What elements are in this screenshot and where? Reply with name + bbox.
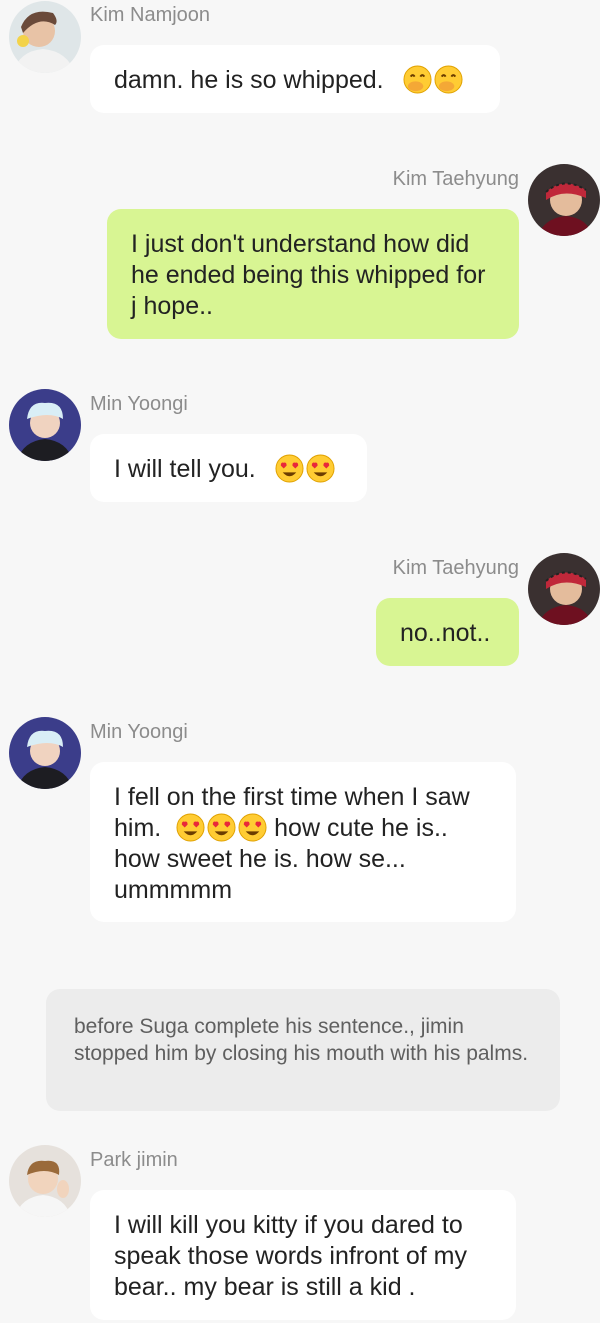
narration-bubble: before Suga complete his sentence., jimi… bbox=[46, 989, 560, 1111]
heart-eyes-emoji-icon bbox=[275, 454, 304, 483]
sender-name: Kim Taehyung bbox=[392, 168, 519, 190]
message-text: damn. he is so whipped. bbox=[114, 66, 384, 94]
message-bubble[interactable]: damn. he is so whipped. bbox=[90, 45, 500, 113]
message-text: no..not.. bbox=[400, 619, 491, 647]
message-text: I will tell you. bbox=[114, 455, 256, 483]
message-bubble[interactable]: no..not.. bbox=[376, 598, 519, 666]
sender-name: Min Yoongi bbox=[90, 721, 188, 743]
heart-eyes-emoji-icon bbox=[176, 813, 205, 842]
hand-over-mouth-emoji-icon bbox=[403, 65, 432, 94]
avatar[interactable] bbox=[9, 717, 81, 789]
avatar[interactable] bbox=[9, 1, 81, 73]
heart-eyes-emoji-icon bbox=[306, 454, 335, 483]
heart-eyes-emoji-icon bbox=[207, 813, 236, 842]
message-text: I just don't understand how did he ended… bbox=[131, 230, 486, 320]
sender-name: Kim Taehyung bbox=[392, 557, 519, 579]
heart-eyes-emoji-icon bbox=[238, 813, 267, 842]
avatar[interactable] bbox=[528, 164, 600, 236]
message-bubble[interactable]: I fell on the first time when I saw him.… bbox=[90, 762, 516, 922]
message-bubble[interactable]: I will tell you. bbox=[90, 434, 367, 502]
sender-name: Kim Namjoon bbox=[90, 4, 211, 26]
message-bubble[interactable]: I just don't understand how did he ended… bbox=[107, 209, 519, 339]
avatar[interactable] bbox=[528, 553, 600, 625]
message-text: how cute he is.. how sweet he is. how se… bbox=[114, 814, 448, 904]
message-text: I will kill you kitty if you dared to sp… bbox=[114, 1211, 467, 1301]
sender-name: Min Yoongi bbox=[90, 393, 188, 415]
message-bubble[interactable]: I will kill you kitty if you dared to sp… bbox=[90, 1190, 516, 1320]
avatar[interactable] bbox=[9, 1145, 81, 1217]
avatar[interactable] bbox=[9, 389, 81, 461]
hand-over-mouth-emoji-icon bbox=[434, 65, 463, 94]
narration-text: before Suga complete his sentence., jimi… bbox=[74, 1015, 529, 1065]
sender-name: Park jimin bbox=[90, 1149, 178, 1171]
